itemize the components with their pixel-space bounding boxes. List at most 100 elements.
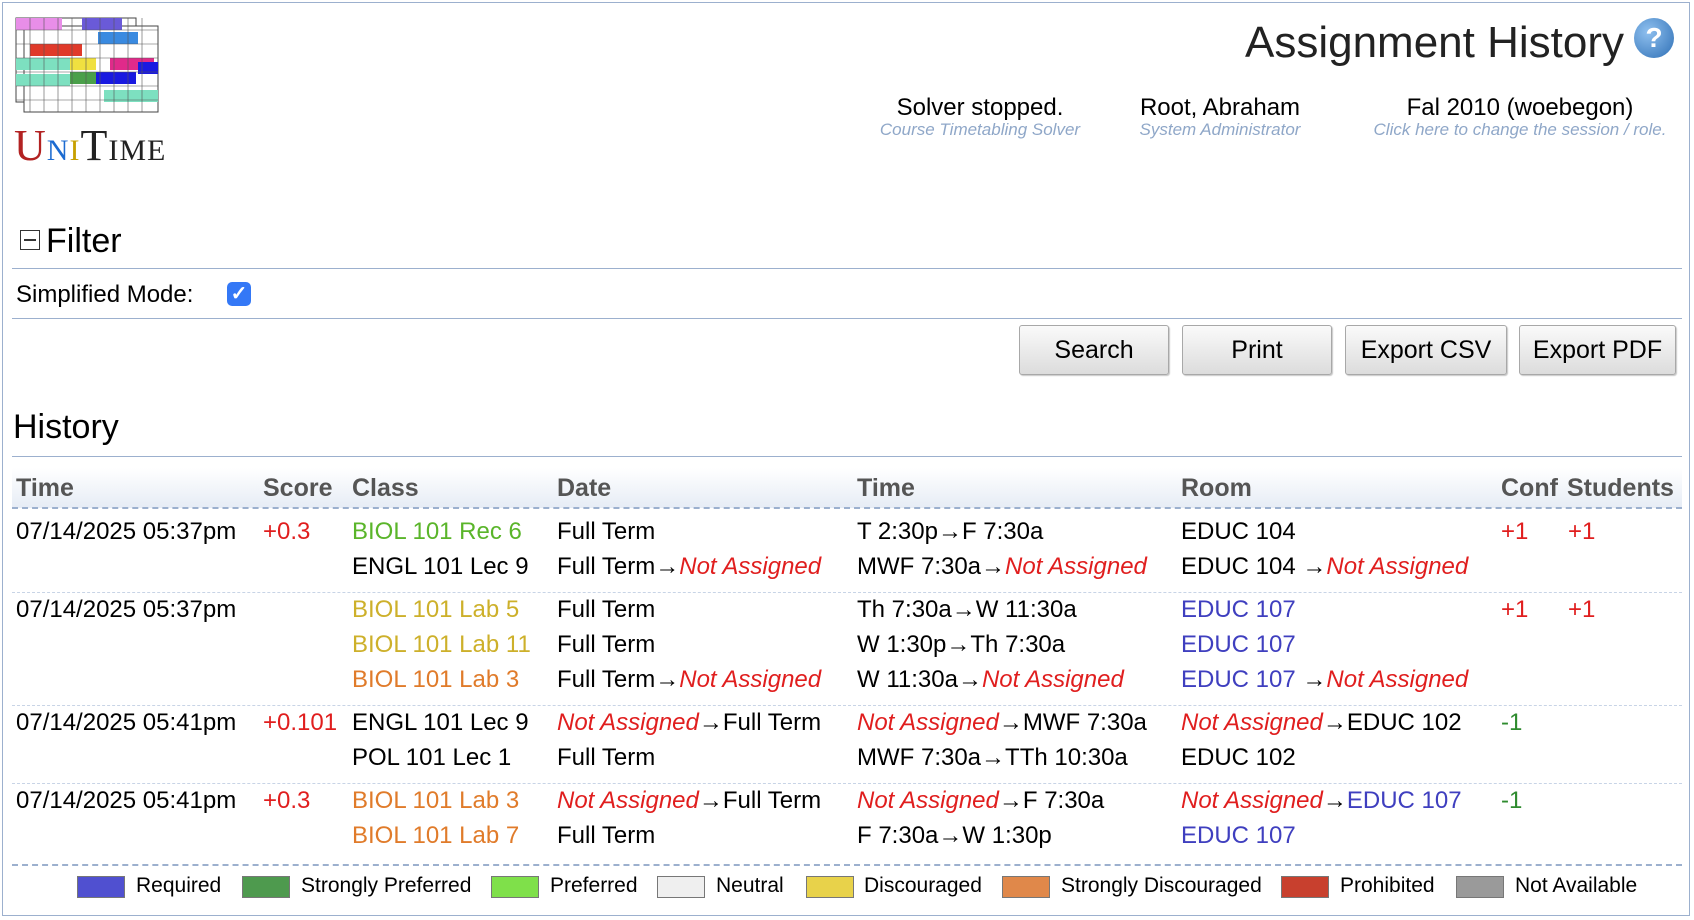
- row-6-time-to: MWF 7:30a: [1022, 709, 1147, 736]
- row-4-class[interactable]: BIOL 101 Lab 11: [352, 631, 531, 659]
- row-6-date-to: Full Term: [722, 709, 822, 736]
- filter-bottom-divider: [12, 318, 1682, 319]
- session-status[interactable]: Fal 2010 (woebegon) Click here to change…: [1360, 94, 1680, 140]
- row-9-time-from: F 7:30a: [857, 822, 939, 849]
- row-1-students: +1: [1568, 518, 1596, 545]
- row-5-time-from: W 11:30a: [857, 666, 958, 693]
- filter-header[interactable]: Filter: [20, 222, 122, 261]
- legend-swatch-neutral: [657, 876, 705, 898]
- group-divider-1: [12, 592, 1682, 593]
- row-3-students: +1: [1568, 596, 1596, 623]
- row-7-time-to: TTh 10:30a: [1005, 744, 1128, 771]
- row-3-conf: +1: [1501, 596, 1529, 623]
- row-8-date-from: Not Assigned: [557, 787, 699, 814]
- row-6-time[interactable]: 07/14/2025 05:41pm: [16, 709, 236, 737]
- row-4-time-from: W 1:30p: [857, 631, 947, 658]
- wordmark-u: U: [14, 121, 47, 170]
- solver-status[interactable]: Solver stopped. Course Timetabling Solve…: [860, 94, 1100, 140]
- search-button[interactable]: Search: [1019, 325, 1169, 375]
- row-3-class-time: Th 7:30a→W 11:30a: [857, 596, 1077, 623]
- user-role: System Administrator: [1139, 120, 1301, 139]
- col-date[interactable]: Date: [557, 474, 611, 503]
- row-8-date: Not Assigned→Full Term: [557, 787, 822, 814]
- legend-swatch-strongly-discouraged: [1002, 876, 1050, 898]
- row-5-date: Full Term→Not Assigned: [557, 666, 822, 693]
- row-5-date-to: Not Assigned: [679, 666, 822, 693]
- unitime-wordmark: UNITIME: [14, 120, 166, 171]
- simplified-mode-label: Simplified Mode:: [16, 281, 194, 308]
- col-room[interactable]: Room: [1181, 474, 1252, 503]
- session-change-hint: Click here to change the session / role.: [1373, 120, 1667, 139]
- row-3-room: EDUC 107: [1181, 596, 1296, 623]
- row-1-room: EDUC 104: [1181, 518, 1296, 545]
- col-time[interactable]: Time: [16, 474, 74, 503]
- filter-title: Filter: [46, 222, 122, 260]
- simplified-mode-checkbox[interactable]: ✓: [227, 282, 251, 306]
- row-1-class-time: T 2:30p→F 7:30a: [857, 518, 1044, 545]
- legend-swatch-discouraged: [806, 876, 854, 898]
- row-7-time-from: MWF 7:30a: [857, 744, 982, 771]
- row-2-date-to: Not Assigned: [679, 553, 822, 580]
- row-8-class[interactable]: BIOL 101 Lab 3: [352, 787, 519, 815]
- row-8-room-from: Not Assigned: [1181, 787, 1323, 814]
- timetable-grid-logo-icon: [15, 17, 159, 113]
- row-7-class[interactable]: POL 101 Lec 1: [352, 744, 511, 772]
- row-1-time[interactable]: 07/14/2025 05:37pm: [16, 518, 236, 546]
- row-3-date: Full Term: [557, 596, 656, 623]
- row-2-time-from: MWF 7:30a: [857, 553, 982, 580]
- row-2-class[interactable]: ENGL 101 Lec 9: [352, 553, 529, 581]
- row-2-room: EDUC 104 →Not Assigned: [1181, 553, 1469, 580]
- row-9-class[interactable]: BIOL 101 Lab 7: [352, 822, 519, 850]
- row-6-class[interactable]: ENGL 101 Lec 9: [352, 709, 529, 737]
- row-1-conf: +1: [1501, 518, 1529, 545]
- wordmark-n: N: [46, 134, 70, 167]
- row-8-room: Not Assigned→EDUC 107: [1181, 787, 1462, 814]
- header-dashed-rule: [12, 507, 1682, 509]
- help-icon[interactable]: ?: [1634, 18, 1674, 58]
- col-conf[interactable]: Conf: [1501, 474, 1558, 503]
- row-5-date-from: Full Term: [557, 666, 656, 693]
- filter-divider: [12, 268, 1682, 269]
- row-3-class[interactable]: BIOL 101 Lab 5: [352, 596, 519, 624]
- row-4-time-to: Th 7:30a: [970, 631, 1066, 658]
- legend-label-neutral: Neutral: [716, 874, 784, 897]
- row-4-date: Full Term: [557, 631, 656, 658]
- row-5-class[interactable]: BIOL 101 Lab 3: [352, 666, 519, 694]
- row-6-room-to: EDUC 102: [1346, 709, 1462, 736]
- row-2-class-time: MWF 7:30a→Not Assigned: [857, 553, 1147, 580]
- row-6-class-time: Not Assigned→MWF 7:30a: [857, 709, 1147, 736]
- row-1-class[interactable]: BIOL 101 Rec 6: [352, 518, 522, 546]
- row-4-room: EDUC 107: [1181, 631, 1296, 658]
- legend-label-strongly-preferred: Strongly Preferred: [301, 874, 472, 897]
- wordmark-i: I: [69, 134, 81, 167]
- row-1-score: +0.3: [263, 518, 311, 545]
- row-8-time-from: Not Assigned: [857, 787, 999, 814]
- row-6-time-from: Not Assigned: [857, 709, 999, 736]
- row-5-class-time: W 11:30a→Not Assigned: [857, 666, 1124, 693]
- row-5-room-to: Not Assigned: [1326, 666, 1469, 693]
- solver-status-sub: Course Timetabling Solver: [879, 120, 1081, 139]
- page-title: Assignment History: [1244, 18, 1624, 67]
- user-name: Root, Abraham: [1139, 94, 1301, 121]
- row-3-time-to: W 11:30a: [975, 596, 1077, 623]
- export-csv-button[interactable]: Export CSV: [1345, 325, 1507, 375]
- print-button[interactable]: Print: [1182, 325, 1332, 375]
- col-class[interactable]: Class: [352, 474, 419, 503]
- legend-swatch-preferred: [491, 876, 539, 898]
- legend-label-not-available: Not Available: [1515, 874, 1638, 897]
- row-3-time[interactable]: 07/14/2025 05:37pm: [16, 596, 236, 624]
- row-8-time[interactable]: 07/14/2025 05:41pm: [16, 787, 236, 815]
- col-class-time[interactable]: Time: [857, 474, 915, 503]
- col-students[interactable]: Students: [1567, 474, 1674, 503]
- row-7-room: EDUC 102: [1181, 744, 1296, 771]
- row-1-time-to: F 7:30a: [961, 518, 1044, 545]
- row-7-class-time: MWF 7:30a→TTh 10:30a: [857, 744, 1128, 771]
- row-6-date: Not Assigned→Full Term: [557, 709, 822, 736]
- legend-label-discouraged: Discouraged: [864, 874, 982, 897]
- collapse-icon[interactable]: [20, 230, 40, 250]
- legend-swatch-prohibited: [1281, 876, 1329, 898]
- wordmark-t: T: [80, 121, 109, 170]
- user-status[interactable]: Root, Abraham System Administrator: [1110, 94, 1330, 140]
- export-pdf-button[interactable]: Export PDF: [1519, 325, 1676, 375]
- col-score[interactable]: Score: [263, 474, 332, 503]
